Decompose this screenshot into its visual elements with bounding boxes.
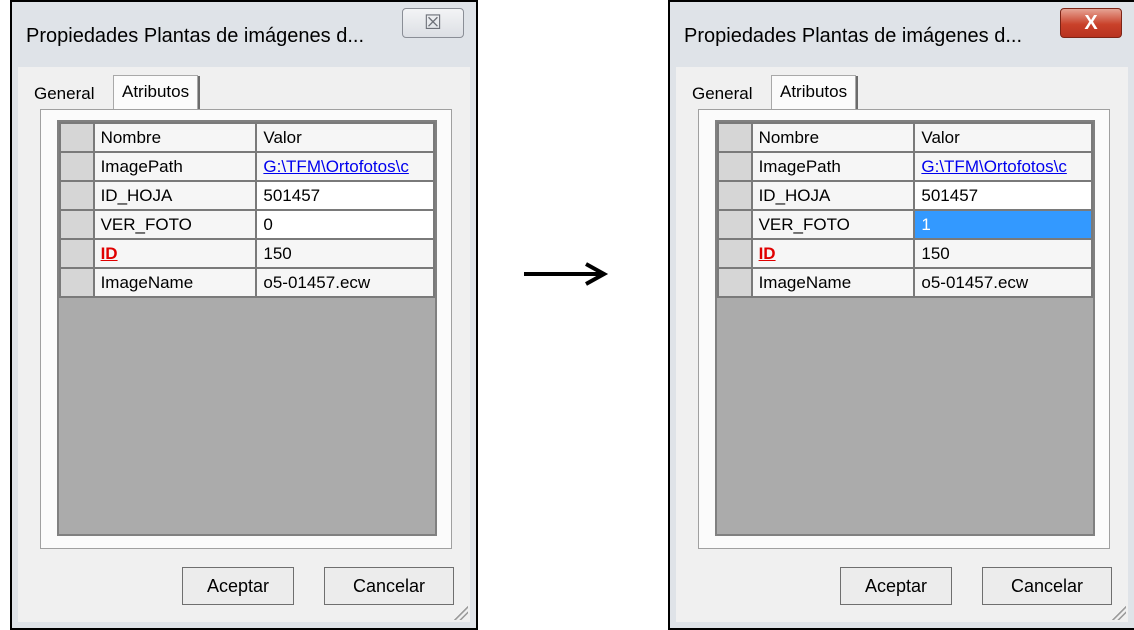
table-row[interactable]: ImagePath G:\TFM\Ortofotos\c [717,151,1093,182]
attribute-name: ImagePath [750,151,916,182]
row-header-cell[interactable] [717,180,753,211]
close-button[interactable]: X [1060,8,1122,38]
row-header-cell[interactable] [59,238,95,269]
column-header-valor[interactable]: Valor [255,122,435,153]
attribute-value[interactable]: o5-01457.ecw [255,267,435,298]
table-row[interactable]: VER_FOTO 0 [59,209,435,240]
row-header-cell[interactable] [717,267,753,298]
attribute-name: VER_FOTO [750,209,916,240]
grid-header-row: Nombre Valor [59,122,435,153]
dialog-title: Propiedades Plantas de imágenes d... [684,25,1022,47]
attribute-value[interactable]: 150 [913,238,1093,269]
dialog-body: General Atributos Nombre Valor ImagePath… [18,67,470,622]
dialog-body: General Atributos Nombre Valor ImagePath… [676,67,1128,622]
row-header-cell[interactable] [717,151,753,182]
title-bar[interactable]: Propiedades Plantas de imágenes d... X [670,2,1134,67]
attribute-value[interactable]: 0 [255,209,435,240]
close-button[interactable]: ☒ [402,8,464,38]
attribute-value-selected[interactable]: 1 [913,209,1093,240]
tab-general[interactable]: General [684,79,760,109]
image-path-link[interactable]: G:\TFM\Ortofotos\c [921,157,1066,176]
row-header-cell[interactable] [59,209,95,240]
table-row[interactable]: VER_FOTO 1 [717,209,1093,240]
attributes-grid: Nombre Valor ImagePath G:\TFM\Ortofotos\… [57,120,437,536]
dialog-title: Propiedades Plantas de imágenes d... [26,25,364,47]
row-header-cell[interactable] [717,238,753,269]
properties-dialog-after: Propiedades Plantas de imágenes d... X G… [668,0,1134,630]
attribute-value[interactable]: G:\TFM\Ortofotos\c [255,151,435,182]
attribute-name: ImageName [92,267,258,298]
grid-header-row: Nombre Valor [717,122,1093,153]
properties-dialog-before: Propiedades Plantas de imágenes d... ☒ G… [10,0,478,630]
attribute-name: ID_HOJA [92,180,258,211]
primary-key-label: ID [100,243,118,263]
table-row[interactable]: ImagePath G:\TFM\Ortofotos\c [59,151,435,182]
close-icon: ☒ [424,12,442,34]
tab-atributos[interactable]: Atributos [771,75,859,110]
cancel-button[interactable]: Cancelar [324,567,454,605]
resize-grip-icon[interactable] [452,604,468,620]
column-header-valor[interactable]: Valor [913,122,1093,153]
resize-grip-icon[interactable] [1110,604,1126,620]
attribute-value[interactable]: 150 [255,238,435,269]
image-path-link[interactable]: G:\TFM\Ortofotos\c [263,157,408,176]
attribute-name: ImagePath [92,151,258,182]
attribute-value[interactable]: 501457 [255,180,435,211]
attribute-value[interactable]: 501457 [913,180,1093,211]
row-header-cell[interactable] [717,209,753,240]
column-header-nombre[interactable]: Nombre [750,122,916,153]
right-arrow-icon [524,262,609,286]
attribute-name: ID [92,238,258,269]
column-header-nombre[interactable]: Nombre [92,122,258,153]
attribute-value[interactable]: o5-01457.ecw [913,267,1093,298]
attribute-name: ID_HOJA [750,180,916,211]
row-header-cell[interactable] [59,180,95,211]
attributes-panel: Nombre Valor ImagePath G:\TFM\Ortofotos\… [40,109,452,549]
table-row[interactable]: ID_HOJA 501457 [59,180,435,211]
attribute-name: ID [750,238,916,269]
row-header-cell[interactable] [59,267,95,298]
table-row[interactable]: ImageName o5-01457.ecw [717,267,1093,298]
attribute-value[interactable]: G:\TFM\Ortofotos\c [913,151,1093,182]
primary-key-label: ID [758,243,776,263]
table-row[interactable]: ImageName o5-01457.ecw [59,267,435,298]
close-icon: X [1084,12,1098,34]
table-row[interactable]: ID_HOJA 501457 [717,180,1093,211]
table-row[interactable]: ID 150 [717,238,1093,269]
title-bar[interactable]: Propiedades Plantas de imágenes d... ☒ [12,2,476,67]
row-header-cell [59,122,95,153]
accept-button[interactable]: Aceptar [182,567,294,605]
row-header-cell [717,122,753,153]
tab-general[interactable]: General [26,79,102,109]
row-header-cell[interactable] [59,151,95,182]
attribute-name: VER_FOTO [92,209,258,240]
table-row[interactable]: ID 150 [59,238,435,269]
attributes-panel: Nombre Valor ImagePath G:\TFM\Ortofotos\… [698,109,1110,549]
attributes-grid: Nombre Valor ImagePath G:\TFM\Ortofotos\… [715,120,1095,536]
cancel-button[interactable]: Cancelar [982,567,1112,605]
tab-atributos[interactable]: Atributos [113,75,201,110]
attribute-name: ImageName [750,267,916,298]
accept-button[interactable]: Aceptar [840,567,952,605]
